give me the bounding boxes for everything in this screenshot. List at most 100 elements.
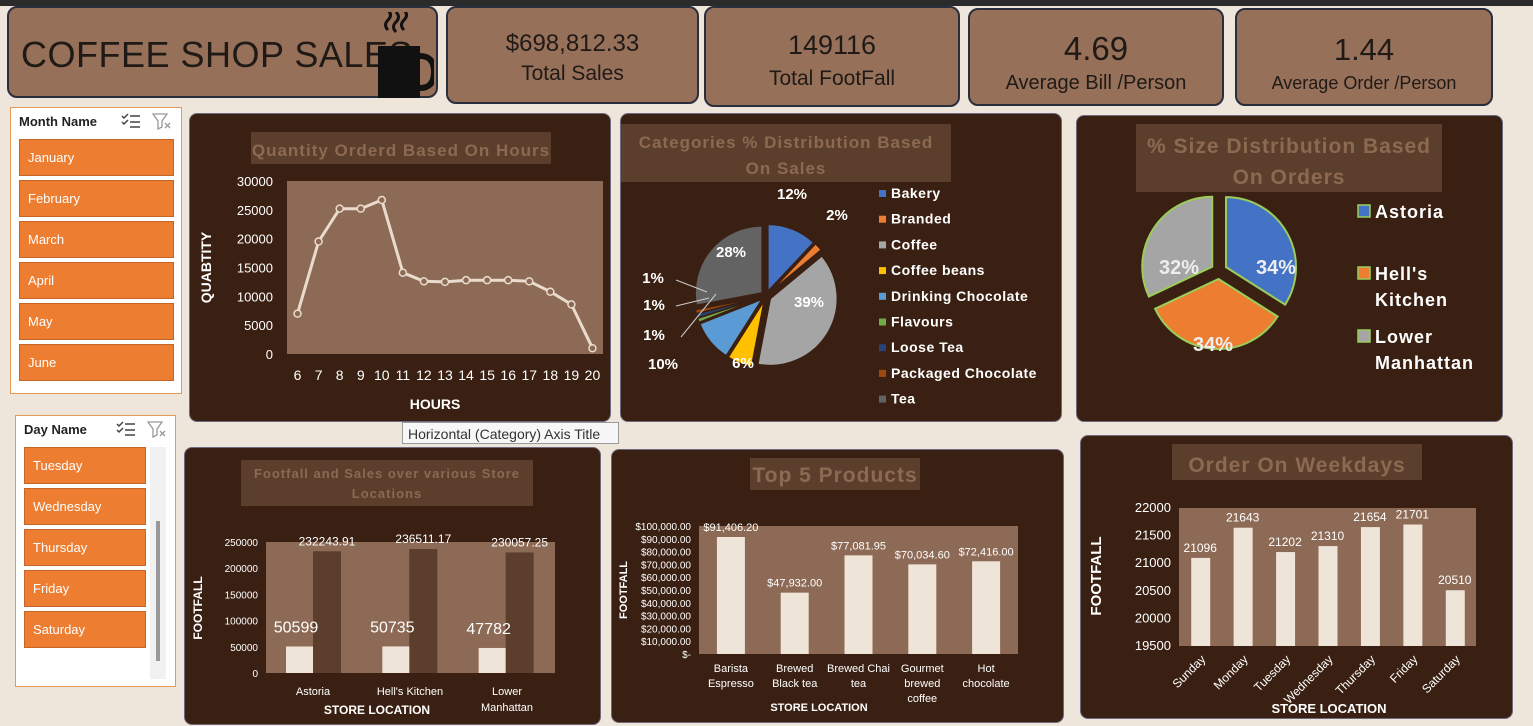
x-tick-label: Brewed Chai <box>827 663 890 675</box>
kpi-average-order: 1.44 Average Order /Person <box>1235 8 1493 106</box>
x-tick-label: coffee <box>907 693 937 705</box>
chart-title: Categories % Distribution Based <box>639 133 934 152</box>
multi-select-icon[interactable] <box>121 112 141 130</box>
month-item-february[interactable]: February <box>19 180 174 217</box>
y-tick-label: 50000 <box>230 643 258 654</box>
stores-chart-panel[interactable]: Footfall and Sales over various Store Loc… <box>184 447 601 725</box>
bar-weekday <box>1403 524 1423 646</box>
data-label: 34% <box>1193 334 1233 356</box>
chart-title: Quantity Orderd Based On Hours <box>252 141 550 160</box>
x-tick-label: 7 <box>315 367 323 383</box>
y-tick-label: 25000 <box>237 203 273 218</box>
multi-select-icon[interactable] <box>116 420 136 438</box>
data-label: $47,932.00 <box>767 578 822 590</box>
kpi-value: 4.69 <box>1063 30 1129 67</box>
y-tick-label: 15000 <box>237 261 273 276</box>
y-tick-label: 19500 <box>1135 638 1171 653</box>
data-label: $70,034.60 <box>895 549 950 561</box>
legend-item: Manhattan <box>1375 353 1474 373</box>
kpi-label: Average Bill /Person <box>1005 72 1187 94</box>
x-tick-label: 15 <box>479 367 495 383</box>
month-item-may[interactable]: May <box>19 303 174 340</box>
month-slicer[interactable]: Month Name January February March April … <box>10 107 182 394</box>
y-tick-label: 30000 <box>237 174 273 189</box>
y-tick-label: $70,000.00 <box>641 560 691 571</box>
x-tick-label: Lower <box>492 686 522 698</box>
data-point <box>482 275 492 285</box>
categories-pie-chart: Categories % Distribution Based On Sales 1… <box>621 124 1036 407</box>
y-tick-label: $90,000.00 <box>641 535 691 546</box>
x-tick-label: 20 <box>585 367 601 383</box>
y-axis-title: FOOTFALL <box>191 576 205 639</box>
data-point <box>293 309 302 318</box>
weekdays-chart-panel[interactable]: Order On Weekdays 19500 20000 20500 21000 215… <box>1080 435 1513 719</box>
size-chart-panel[interactable]: % Size Distribution Based On Orders 34% 34%… <box>1076 115 1503 422</box>
x-tick-label: chocolate <box>963 678 1010 690</box>
day-item-tuesday[interactable]: Tuesday <box>24 447 146 484</box>
y-tick-label: $80,000.00 <box>641 548 691 559</box>
slicer-scrollbar-thumb[interactable] <box>156 521 160 661</box>
legend-item: Flavours <box>891 314 953 330</box>
y-tick-label: $20,000.00 <box>641 624 691 635</box>
x-tick-label: 18 <box>543 367 559 383</box>
x-tick-label: 8 <box>336 367 344 383</box>
x-tick-label: Sunday <box>1170 652 1209 691</box>
x-tick-label: Astoria <box>296 686 331 698</box>
data-label: 12% <box>777 186 807 203</box>
bar-footfall <box>478 647 507 673</box>
y-tick-label: 22000 <box>1135 500 1171 515</box>
x-tick-label: 19 <box>564 367 580 383</box>
data-label: $77,081.95 <box>831 540 886 552</box>
day-slicer[interactable]: Day Name Tuesday Wednesday Thursday Frid… <box>15 415 176 687</box>
day-item-saturday[interactable]: Saturday <box>24 611 146 648</box>
hours-chart-panel[interactable]: Quantity Orderd Based On Hours 0 5000 10000… <box>189 113 611 422</box>
month-item-june[interactable]: June <box>19 344 174 381</box>
legend-item: Kitchen <box>1375 290 1448 310</box>
legend-item: Hell's <box>1375 264 1428 284</box>
data-label: 50599 <box>274 619 319 636</box>
bar-sales <box>313 551 341 673</box>
data-label: 230057.25 <box>491 535 548 549</box>
data-label: 50735 <box>370 619 415 636</box>
bar-weekday <box>1191 557 1211 646</box>
y-tick-label: $100,000.00 <box>635 522 691 533</box>
y-tick-label: $10,000.00 <box>641 637 691 648</box>
data-label: 21654 <box>1353 510 1387 524</box>
legend-swatch <box>879 215 886 223</box>
products-bar-chart: Top 5 Products $- $10,000.00 $20,000.00$30,… <box>618 458 1018 714</box>
clear-filter-icon[interactable] <box>152 112 172 130</box>
month-item-april[interactable]: April <box>19 262 174 299</box>
data-point <box>314 237 323 246</box>
day-item-wednesday[interactable]: Wednesday <box>24 488 146 525</box>
month-item-january[interactable]: January <box>19 139 174 176</box>
bar-sales <box>505 552 534 673</box>
kpi-value: $698,812.33 <box>505 30 640 57</box>
stores-bar-chart: Footfall and Sales over various Store Loc… <box>191 460 555 717</box>
size-pie-chart: % Size Distribution Based On Orders 34% 34%… <box>1136 124 1474 373</box>
x-axis-title: STORE LOCATION <box>770 702 867 714</box>
day-item-friday[interactable]: Friday <box>24 570 146 607</box>
x-tick-label: 16 <box>500 367 516 383</box>
y-axis-title: FOOTFALL <box>1088 536 1105 615</box>
x-tick-label: Saturday <box>1419 652 1463 696</box>
clear-filter-icon[interactable] <box>147 420 167 438</box>
legend-swatch <box>879 190 886 197</box>
categories-chart-panel[interactable]: Categories % Distribution Based On Sales 1… <box>620 113 1062 422</box>
x-tick-label: 12 <box>416 367 432 383</box>
data-label: 1% <box>643 327 665 344</box>
x-tick-label: Monday <box>1211 652 1251 692</box>
data-label: 21643 <box>1226 511 1260 525</box>
x-tick-label: 9 <box>357 367 365 383</box>
month-item-march[interactable]: March <box>19 221 174 258</box>
data-label: $72,416.00 <box>959 546 1014 558</box>
bar-product <box>716 537 745 654</box>
data-point <box>461 275 471 285</box>
x-axis-title: STORE LOCATION <box>324 703 430 717</box>
legend-item: Coffee beans <box>891 262 985 278</box>
products-chart-panel[interactable]: Top 5 Products $- $10,000.00 $20,000.00 $30,… <box>611 449 1064 723</box>
legend-swatch <box>1357 266 1371 280</box>
day-item-thursday[interactable]: Thursday <box>24 529 146 566</box>
data-point <box>335 204 344 213</box>
data-point <box>588 343 597 353</box>
hours-line-chart: Quantity Orderd Based On Hours 0 5000 10000… <box>198 132 603 412</box>
